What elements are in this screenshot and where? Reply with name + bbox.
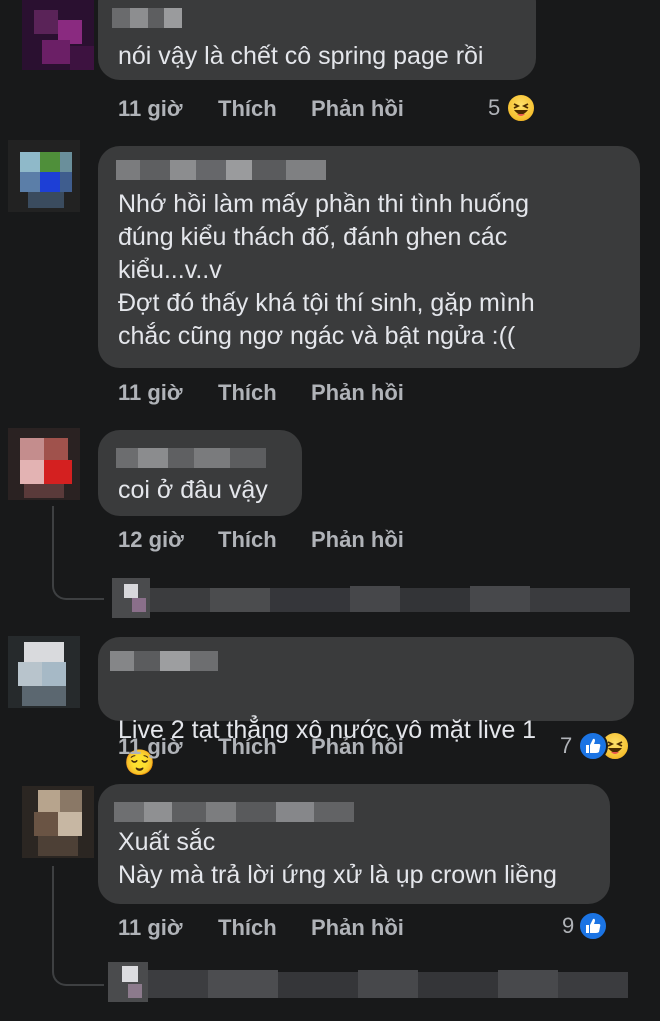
comment-bubble: nói vậy là chết cô spring page rồi [98,0,536,80]
thread-line [52,506,104,600]
comment-time[interactable]: 11 giờ [118,915,183,941]
author-name[interactable] [110,651,218,671]
comment-text: Nhớ hồi làm mấy phần thi tình huống đúng… [118,190,535,350]
like-button[interactable]: Thích [218,527,277,553]
comment-bubble: Nhớ hồi làm mấy phần thi tình huống đúng… [98,146,640,368]
comment-text: nói vậy là chết cô spring page rồi [118,42,484,70]
avatar[interactable] [22,0,94,70]
reaction-summary[interactable]: 9 [562,911,612,941]
comment-bubble: Live 2 tạt thẳng xô nước vô mặt live 1 😌 [98,637,634,777]
comment-bubble: Xuất sắc Này mà trả lời ứng xử là ụp cro… [98,784,610,904]
author-name[interactable] [116,448,266,468]
author-name[interactable] [114,802,354,822]
avatar[interactable] [8,428,80,500]
comment-time[interactable]: 11 giờ [118,734,183,760]
author-name[interactable] [116,160,326,180]
reply-button[interactable]: Phản hồi [311,96,404,122]
reply-button[interactable]: Phản hồi [311,734,404,760]
like-icon [578,731,608,761]
comment-bubble: coi ở đâu vậy [98,430,302,516]
avatar[interactable] [8,140,80,212]
reply-button[interactable]: Phản hồi [311,380,404,406]
like-button[interactable]: Thích [218,734,277,760]
reply-preview[interactable] [108,962,628,1002]
author-name[interactable] [112,8,182,28]
comment-text: coi ở đâu vậy [118,476,268,504]
like-button[interactable]: Thích [218,380,277,406]
comment-time[interactable]: 11 giờ [118,380,183,406]
like-button[interactable]: Thích [218,96,277,122]
comment-time[interactable]: 12 giờ [118,527,184,553]
reply-button[interactable]: Phản hồi [311,915,404,941]
like-icon [578,911,608,941]
reply-button[interactable]: Phản hồi [311,527,404,553]
avatar[interactable] [8,636,80,708]
like-button[interactable]: Thích [218,915,277,941]
comment-time[interactable]: 11 giờ [118,96,183,122]
reaction-summary[interactable]: 5 [488,93,538,123]
reaction-summary[interactable]: 7 [560,731,640,761]
thread-line [52,866,104,986]
reply-preview[interactable] [112,578,632,618]
comment-text: Xuất sắc Này mà trả lời ứng xử là ụp cro… [118,828,557,889]
comment-text: Live 2 tạt thẳng xô nước vô mặt live 1 😌 [118,716,537,777]
haha-icon [506,93,536,123]
avatar[interactable] [22,786,94,858]
